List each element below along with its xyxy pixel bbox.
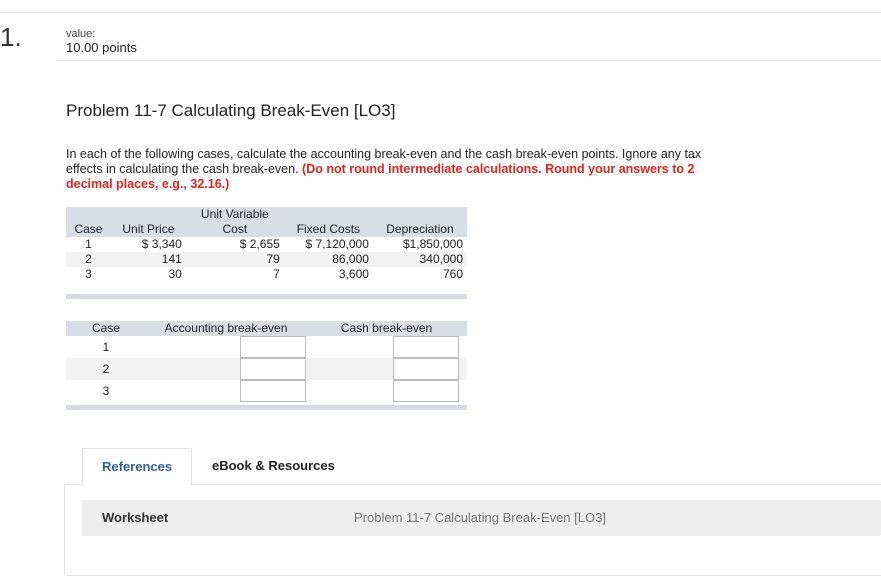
problem-instructions: In each of the following cases, calculat… bbox=[66, 147, 706, 192]
cell: $ 3,340 bbox=[141, 237, 182, 251]
answer-table: Case Accounting break-even Cash break-even… bbox=[66, 321, 467, 402]
cell: 1 bbox=[85, 237, 92, 251]
given-data-table: Case Unit Price Unit Variable Cost Fixed Co… bbox=[66, 207, 467, 282]
cell: $1,850,000 bbox=[402, 237, 463, 251]
cell: 86,000 bbox=[283, 252, 373, 267]
header-cash-break-even: Cash break-even bbox=[306, 321, 467, 336]
cell: 2 bbox=[66, 252, 111, 267]
header-case: Case bbox=[66, 207, 111, 237]
worksheet-link[interactable]: Problem 11-7 Calculating Break-Even [LO3… bbox=[354, 510, 606, 525]
cash-break-even-input-1[interactable] bbox=[393, 336, 459, 358]
accounting-break-even-input-1[interactable] bbox=[240, 336, 306, 358]
worksheet-label: Worksheet bbox=[102, 510, 169, 525]
header-unit-price: Unit Price bbox=[110, 207, 186, 237]
header-accounting-break-even: Accounting break-even bbox=[146, 321, 306, 336]
worksheet-row[interactable]: Worksheet Problem 11-7 Calculating Break… bbox=[82, 500, 881, 536]
value-points: 10.00 points bbox=[66, 40, 137, 55]
cell: $ 7,120,000 bbox=[305, 237, 369, 251]
header-case: Case bbox=[66, 321, 146, 336]
header-divider bbox=[56, 60, 881, 61]
problem-title: Problem 11-7 Calculating Break-Even [LO3… bbox=[66, 101, 396, 120]
case-number: 2 bbox=[66, 358, 146, 380]
cell: 3,600 bbox=[338, 267, 369, 281]
table-footer-bar bbox=[66, 405, 467, 410]
case-number: 3 bbox=[102, 384, 110, 398]
cell: $ 2,655 bbox=[239, 237, 280, 251]
header-depreciation: Depreciation bbox=[372, 207, 467, 237]
cash-break-even-input-3[interactable] bbox=[393, 380, 459, 402]
accounting-break-even-input-2[interactable] bbox=[240, 358, 306, 380]
table-row: 2 141 79 86,000 340,000 bbox=[66, 252, 467, 267]
top-divider bbox=[0, 12, 881, 13]
question-number: 1. bbox=[0, 22, 22, 52]
table-row: 3 bbox=[66, 380, 467, 402]
header-fixed-costs: Fixed Costs bbox=[283, 207, 373, 237]
tab-references[interactable]: References bbox=[82, 448, 193, 485]
header-unit-variable-cost: Unit Variable Cost bbox=[185, 207, 284, 237]
cell: 141 bbox=[110, 252, 186, 267]
accounting-break-even-input-3[interactable] bbox=[240, 380, 306, 402]
table-row: 1 bbox=[66, 336, 467, 358]
tab-ebook-resources[interactable]: eBook & Resources bbox=[193, 448, 354, 484]
table-row: 1 $ 3,340 $ 2,655 $ 7,120,000 $1,850,000 bbox=[66, 237, 467, 252]
cell: 340,000 bbox=[372, 252, 467, 267]
table-row: 3 30 7 3,600 760 bbox=[66, 267, 467, 282]
cash-break-even-input-2[interactable] bbox=[393, 358, 459, 380]
cell: 760 bbox=[442, 267, 463, 281]
cell: 7 bbox=[273, 267, 280, 281]
cell: 79 bbox=[185, 252, 284, 267]
table-footer-bar bbox=[66, 294, 467, 299]
table-row: 2 bbox=[66, 358, 467, 380]
value-label: value: bbox=[66, 28, 96, 40]
cell: 30 bbox=[168, 267, 182, 281]
case-number: 1 bbox=[102, 340, 110, 354]
cell: 3 bbox=[85, 267, 92, 281]
